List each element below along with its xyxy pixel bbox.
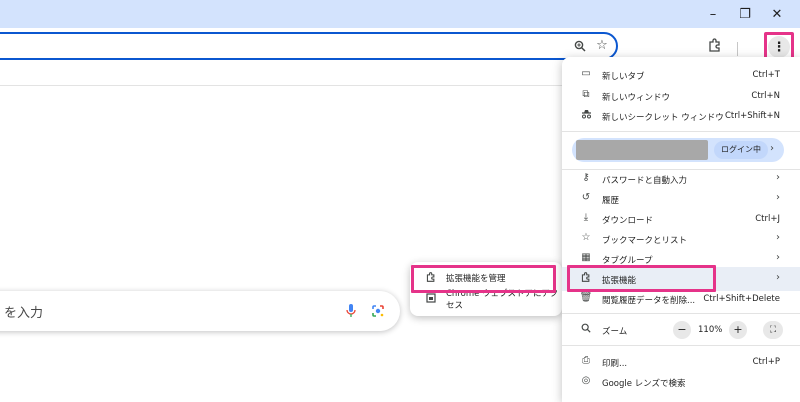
star-icon: ☆ [581,232,591,243]
zoom-icon [579,323,593,336]
bookmark-star-icon[interactable]: ☆ [594,37,610,53]
fullscreen-icon[interactable]: ⛶ [763,321,783,339]
extensions-toolbar-icon[interactable] [706,36,724,54]
downloads-label: ダウンロード [602,216,654,226]
highlight-manage-extensions [411,265,556,293]
profile-status-chip: ログイン中 [714,141,768,159]
menu-separator [562,313,800,314]
new-window-shortcut: Ctrl+N [751,91,780,101]
zoom-level: 110% [698,325,723,335]
ntp-search-placeholder: を入力 [4,306,44,321]
incognito-label: 新しいシークレット ウィンドウ [602,113,724,123]
new-tab-label: 新しいタブ [602,72,645,82]
new-tab-icon: ▭ [581,68,591,79]
toolbar-divider [737,42,738,56]
menu-separator [562,131,800,132]
incognito-shortcut: Ctrl+Shift+N [724,111,780,121]
tab-groups-icon: ▦ [581,252,591,263]
clear-data-label: 閲覧履歴データを削除... [602,296,696,306]
clear-data-shortcut: Ctrl+Shift+Delete [703,294,780,304]
menu-zoom: ズーム − 110% + ⛶ [562,319,800,341]
minimize-button[interactable]: – [698,2,728,26]
history-icon: ↺ [581,192,591,203]
new-window-label: 新しいウィンドウ [602,93,671,103]
zoom-in-button[interactable]: + [729,321,747,339]
restore-button[interactable]: ❐ [730,2,760,26]
download-icon: ⤓ [583,212,589,223]
profile-name-redacted [576,140,708,160]
menu-google-lens[interactable]: ◎ Google レンズで検索 [562,372,800,392]
bookmarks-label: ブックマークとリスト [602,236,688,246]
incognito-icon [579,109,593,122]
highlight-extensions [567,265,716,292]
trash-icon: 🗑 [579,292,593,303]
address-bar[interactable]: ☆ [0,32,618,60]
print-shortcut: Ctrl+P [752,357,780,367]
title-bar: – ❐ ✕ [0,0,800,28]
history-label: 履歴 [602,196,620,206]
menu-separator [562,345,800,346]
chevron-right-icon: › [776,252,780,263]
minimize-icon: – [709,6,717,22]
close-icon: ✕ [771,6,783,22]
zoom-indicator-icon[interactable] [572,38,588,54]
chevron-right-icon: › [776,232,780,243]
close-window-button[interactable]: ✕ [762,2,792,26]
key-icon: ⚷ [582,172,590,183]
new-window-icon: ⧉ [582,89,590,100]
more-vert-icon: ⋮ [768,36,790,58]
print-label: 印刷... [602,359,628,369]
menu-clear-browsing-data[interactable]: 🗑 閲覧履歴データを削除... Ctrl+Shift+Delete [562,289,800,309]
new-tab-shortcut: Ctrl+T [752,70,780,80]
chevron-right-icon: › [776,192,780,203]
ntp-search-box[interactable]: を入力 [0,291,400,331]
lens-search-icon[interactable] [371,303,385,322]
voice-search-icon[interactable] [346,303,356,322]
downloads-shortcut: Ctrl+J [755,214,780,224]
menu-new-window[interactable]: ⧉ 新しいウィンドウ Ctrl+N [562,86,800,106]
menu-passwords[interactable]: ⚷ パスワードと自動入力 › [562,169,800,189]
zoom-label: ズーム [602,327,628,337]
restore-icon: ❐ [739,6,751,22]
passwords-label: パスワードと自動入力 [602,176,688,186]
menu-bookmarks[interactable]: ☆ ブックマークとリスト › [562,229,800,249]
store-icon [426,292,436,306]
profile-row[interactable]: ログイン中 › [572,138,784,162]
printer-icon: ⎙ [582,355,590,366]
chevron-right-icon: › [776,272,780,283]
zoom-out-button[interactable]: − [673,321,691,339]
menu-print[interactable]: ⎙ 印刷... Ctrl+P [562,352,800,372]
chevron-right-icon: › [776,172,780,183]
menu-incognito-window[interactable]: 新しいシークレット ウィンドウ Ctrl+Shift+N [562,106,800,126]
menu-new-tab[interactable]: ▭ 新しいタブ Ctrl+T [562,65,800,85]
lens-label: Google レンズで検索 [602,379,686,389]
lens-icon: ◎ [581,375,591,386]
menu-history[interactable]: ↺ 履歴 › [562,189,800,209]
chevron-right-icon: › [770,143,774,154]
menu-downloads[interactable]: ⤓ ダウンロード Ctrl+J [562,209,800,229]
chrome-main-menu: ▭ 新しいタブ Ctrl+T ⧉ 新しいウィンドウ Ctrl+N 新しいシークレ… [562,57,800,402]
